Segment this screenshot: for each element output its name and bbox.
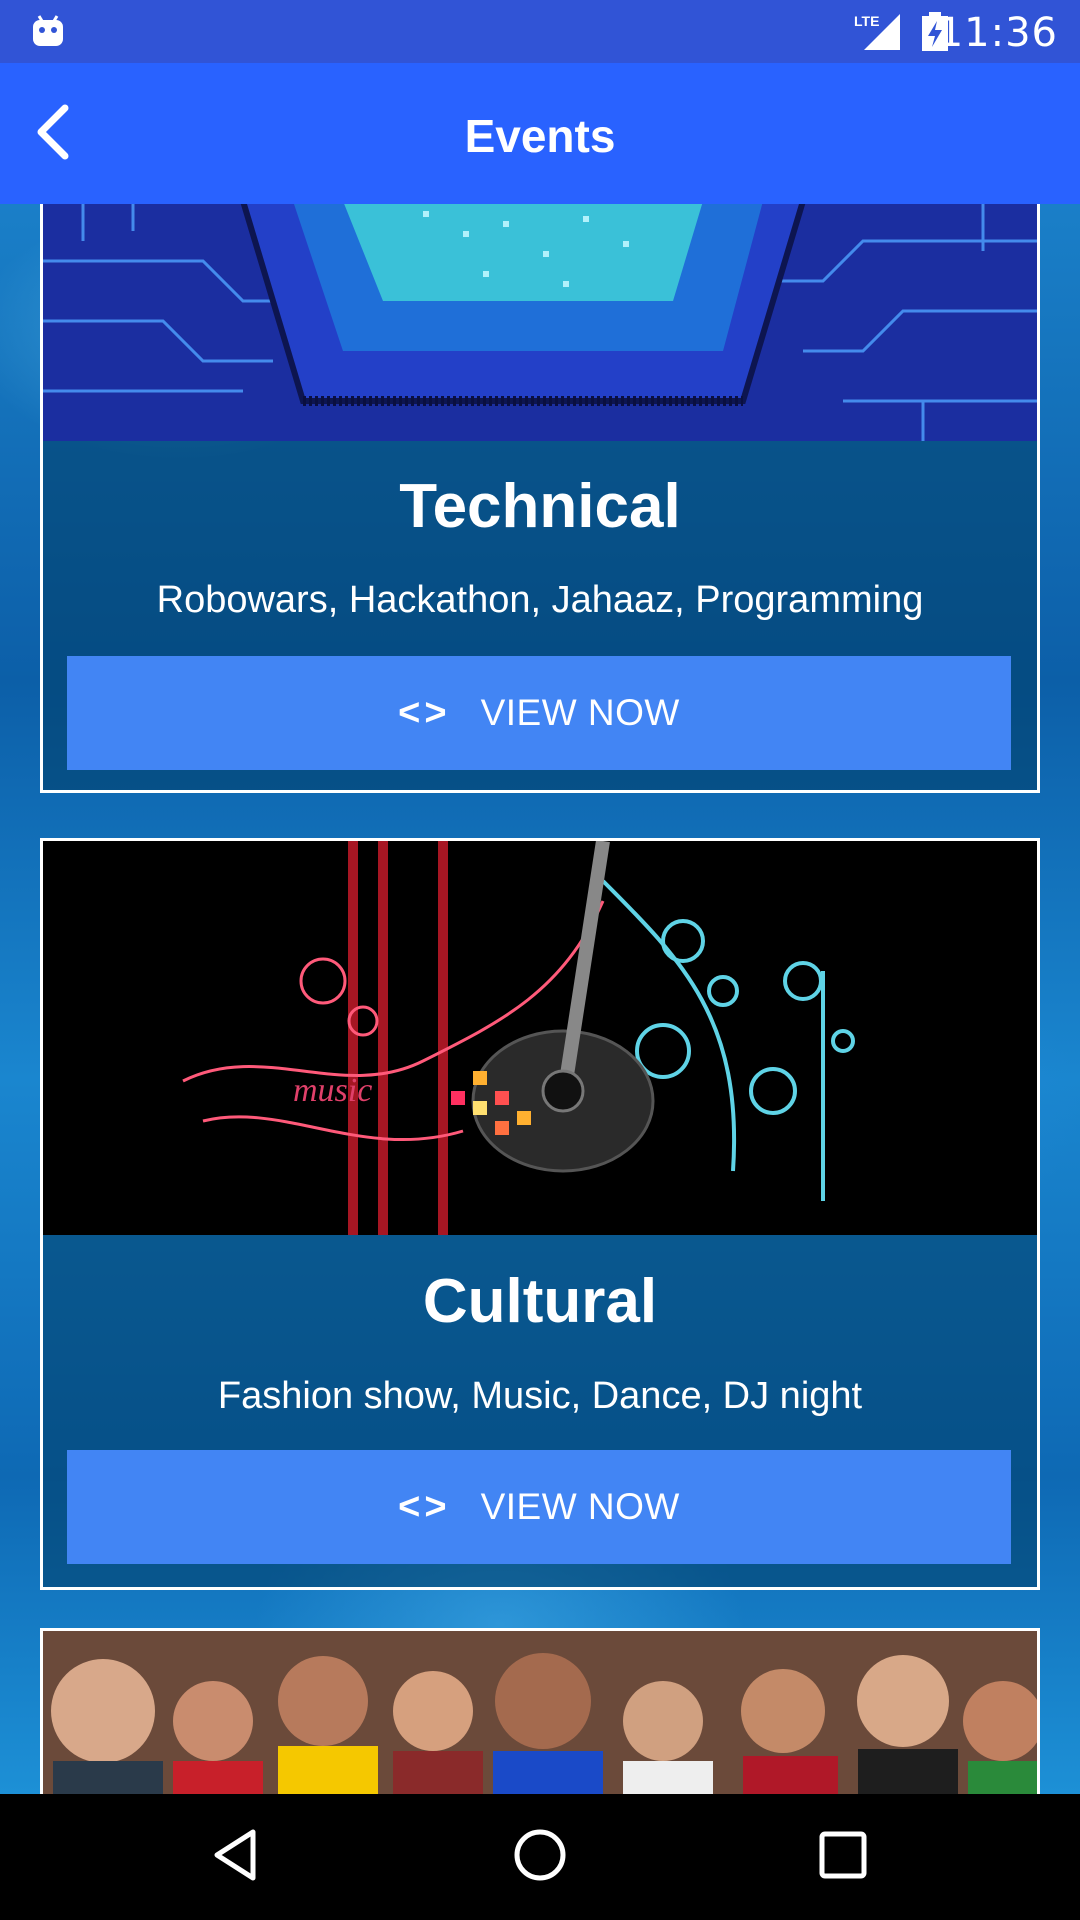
page-title: Events xyxy=(464,110,616,162)
back-triangle-icon xyxy=(211,1828,259,1887)
status-bar: LTE 11:36 xyxy=(0,0,1080,63)
event-card-technical: Technical Robowars, Hackathon, Jahaaz, P… xyxy=(40,204,1040,793)
home-circle-icon xyxy=(512,1827,568,1888)
status-clock: 11:36 xyxy=(937,10,1058,56)
code-icon: <> xyxy=(398,691,451,734)
event-title: Technical xyxy=(399,472,681,541)
technical-banner-image xyxy=(43,204,1037,441)
nav-recents-button[interactable] xyxy=(808,1822,878,1892)
event-card-cultural: music Cultural Fashion show, Music, Danc… xyxy=(40,838,1040,1590)
view-now-label: VIEW NOW xyxy=(480,1486,680,1527)
recents-square-icon xyxy=(818,1830,868,1885)
event-description: Fashion show, Music, Dance, DJ night xyxy=(217,1375,863,1417)
cultural-banner-image: music xyxy=(43,841,1037,1235)
event-card-sports xyxy=(40,1628,1040,1794)
svg-text:music: music xyxy=(293,1072,372,1109)
view-now-label: VIEW NOW xyxy=(480,692,680,733)
navigation-bar xyxy=(0,1794,1080,1920)
view-now-button[interactable]: <> VIEW NOW xyxy=(67,656,1011,770)
view-now-button[interactable]: <> VIEW NOW xyxy=(67,1450,1011,1564)
app-bar: Events xyxy=(0,63,1080,204)
svg-text:LTE: LTE xyxy=(854,13,879,29)
lte-signal-icon: LTE xyxy=(852,12,902,57)
android-icon xyxy=(32,14,64,53)
event-title: Cultural xyxy=(422,1267,658,1336)
code-icon: <> xyxy=(398,1485,451,1528)
events-list[interactable]: Technical Robowars, Hackathon, Jahaaz, P… xyxy=(0,204,1080,1794)
nav-back-button[interactable] xyxy=(200,1822,270,1892)
event-description: Robowars, Hackathon, Jahaaz, Programming xyxy=(156,579,924,621)
sports-banner-image xyxy=(43,1631,1037,1794)
nav-home-button[interactable] xyxy=(505,1822,575,1892)
